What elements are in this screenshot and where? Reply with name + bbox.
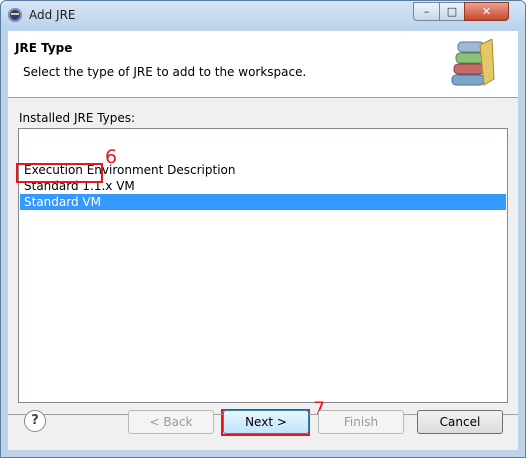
books-icon (451, 39, 495, 86)
finish-button[interactable]: Finish (318, 410, 404, 434)
add-jre-dialog: Add JRE – □ ✕ JRE Type Select the type o… (0, 0, 526, 458)
page-title: JRE Type (15, 41, 73, 55)
title-bar[interactable]: Add JRE – □ ✕ (1, 1, 525, 31)
installed-jre-types-label: Installed JRE Types: (19, 111, 136, 125)
next-button[interactable]: Next > (223, 410, 309, 434)
close-button[interactable]: ✕ (464, 2, 509, 21)
wizard-header: JRE Type Select the type of JRE to add t… (8, 31, 518, 98)
minimize-button[interactable]: – (413, 2, 440, 21)
help-icon[interactable]: ? (24, 410, 46, 432)
list-item-standard-vm[interactable]: Standard VM (20, 194, 506, 210)
annotation-number-6: 6 (105, 146, 118, 168)
cancel-button[interactable]: Cancel (417, 410, 503, 434)
page-description: Select the type of JRE to add to the wor… (23, 65, 307, 79)
back-button[interactable]: < Back (128, 410, 214, 434)
dialog-body: JRE Type Select the type of JRE to add t… (8, 31, 518, 450)
maximize-button[interactable]: □ (439, 2, 465, 21)
eclipse-icon (8, 8, 22, 22)
annotation-box-6 (16, 163, 103, 183)
window-title: Add JRE (29, 8, 76, 22)
